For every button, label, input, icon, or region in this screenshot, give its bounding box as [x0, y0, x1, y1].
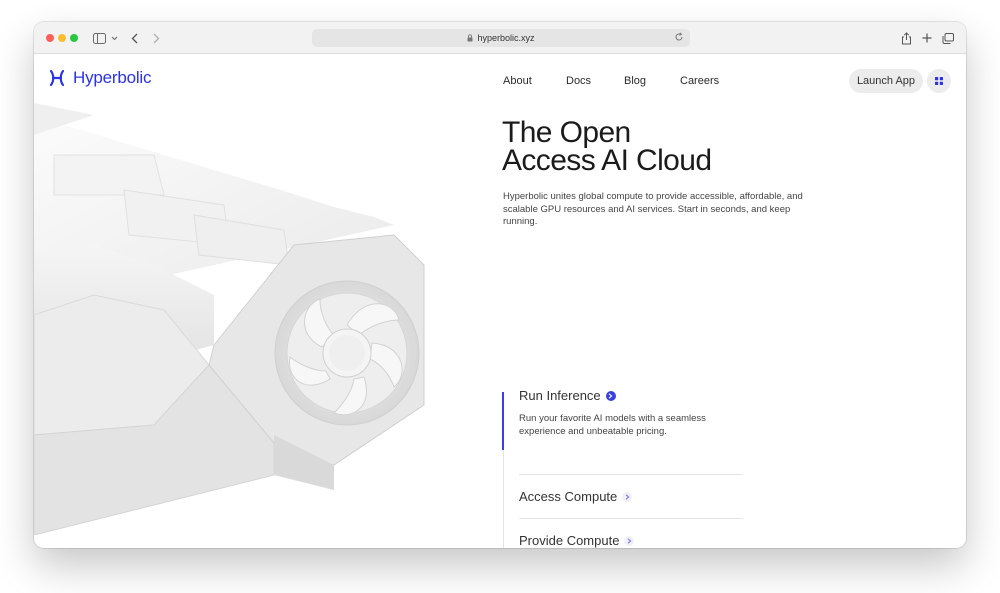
close-window-button[interactable]: [46, 34, 54, 42]
back-icon[interactable]: [129, 30, 139, 46]
feature-run-inference[interactable]: Run Inference: [519, 388, 616, 403]
grid-icon: [935, 77, 943, 85]
reload-icon[interactable]: [674, 32, 684, 44]
feature-provide-compute[interactable]: Provide Compute: [519, 533, 635, 548]
feature-list-rail: [503, 450, 504, 548]
hero-title: The Open Access AI Cloud: [502, 116, 822, 177]
launch-app-button[interactable]: Launch App: [849, 69, 923, 93]
web-page: Hyperbolic About Docs Blog Careers Launc…: [34, 55, 966, 548]
feature-access-compute[interactable]: Access Compute: [519, 489, 633, 504]
hyperbolic-logo-icon: [49, 69, 65, 87]
brand-name: Hyperbolic: [73, 68, 152, 87]
hero-title-line2: Access AI Cloud: [502, 144, 712, 177]
new-tab-icon[interactable]: [921, 30, 933, 46]
sidebar-icon[interactable]: [92, 30, 106, 46]
divider: [519, 518, 743, 519]
nav-blog-link[interactable]: Blog: [624, 75, 646, 87]
brand-logo[interactable]: Hyperbolic: [48, 68, 152, 88]
nav-careers-link[interactable]: Careers: [680, 75, 719, 87]
forward-icon[interactable]: [151, 30, 161, 46]
arrow-right-icon: [605, 390, 616, 401]
nav-about-link[interactable]: About: [503, 75, 532, 87]
nav-docs-link[interactable]: Docs: [566, 75, 591, 87]
url-text: hyperbolic.xyz: [477, 33, 535, 43]
tabs-overview-icon[interactable]: [942, 30, 954, 46]
menu-grid-button[interactable]: [927, 69, 951, 93]
feature-description: Run your favorite AI models with a seaml…: [519, 413, 706, 437]
divider: [519, 474, 743, 475]
arrow-right-icon: [624, 535, 635, 546]
chevron-down-icon[interactable]: [110, 30, 118, 46]
active-feature-indicator: [502, 392, 504, 450]
gpu-illustration: [34, 103, 425, 535]
arrow-right-icon: [622, 491, 633, 502]
browser-window: hyperbolic.xyz Hyperbolic About Docs Blo…: [34, 22, 966, 548]
feature-title: Run Inference: [519, 388, 601, 403]
hero-title-line1: The Open: [502, 116, 631, 149]
browser-titlebar: hyperbolic.xyz: [34, 22, 966, 54]
zoom-window-button[interactable]: [70, 34, 78, 42]
address-bar[interactable]: hyperbolic.xyz: [312, 29, 690, 47]
lock-icon: [467, 34, 473, 42]
feature-title: Provide Compute: [519, 533, 620, 548]
minimize-window-button[interactable]: [58, 34, 66, 42]
share-icon[interactable]: [900, 30, 912, 46]
feature-title: Access Compute: [519, 489, 618, 504]
hero-description: Hyperbolic unites global compute to prov…: [503, 191, 803, 227]
